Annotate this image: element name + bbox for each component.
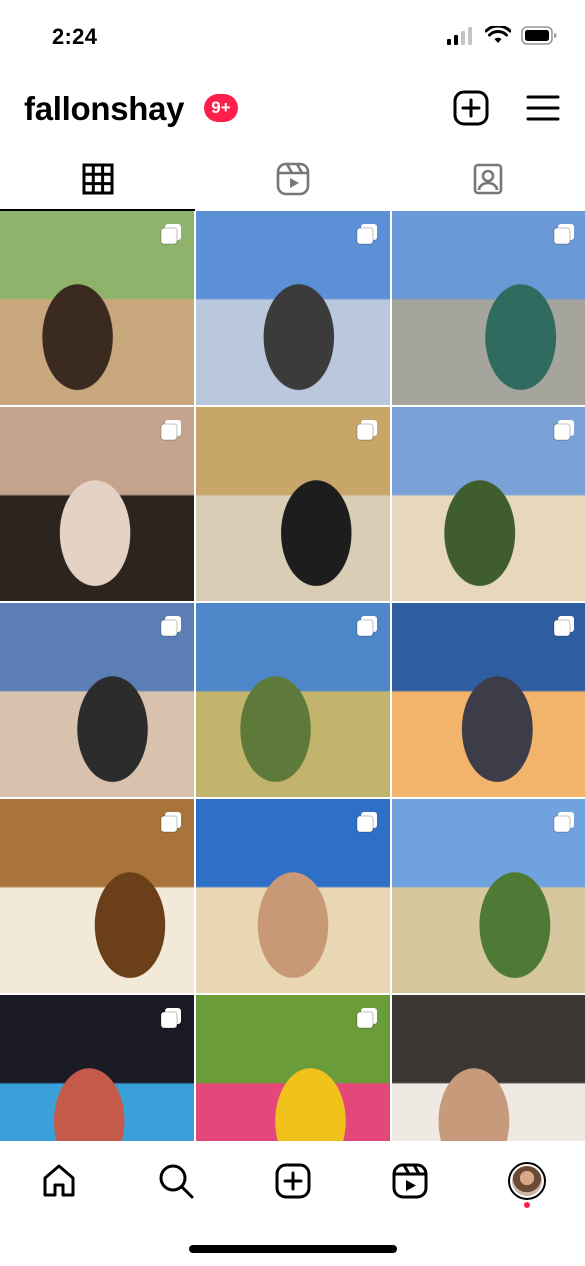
grid-post[interactable] bbox=[0, 995, 194, 1141]
home-indicator bbox=[189, 1245, 397, 1253]
nav-reels[interactable] bbox=[351, 1141, 468, 1221]
nav-search[interactable] bbox=[117, 1141, 234, 1221]
profile-header: fallonshay 9+ bbox=[0, 78, 585, 140]
grid-icon bbox=[82, 163, 113, 195]
photo-grid bbox=[0, 211, 585, 1141]
status-icons bbox=[447, 26, 557, 45]
carousel-icon bbox=[553, 419, 575, 441]
grid-post[interactable] bbox=[392, 603, 585, 797]
reels-icon bbox=[392, 1163, 427, 1199]
carousel-icon bbox=[553, 811, 575, 833]
nav-create[interactable] bbox=[234, 1141, 351, 1221]
menu-button[interactable] bbox=[523, 88, 563, 128]
username-title[interactable]: fallonshay bbox=[24, 90, 185, 128]
nav-profile[interactable] bbox=[468, 1141, 585, 1221]
cellular-signal-icon bbox=[447, 26, 472, 45]
carousel-icon bbox=[356, 811, 378, 833]
notification-badge[interactable]: 9+ bbox=[204, 94, 238, 122]
grid-post[interactable] bbox=[196, 211, 390, 405]
carousel-icon bbox=[553, 615, 575, 637]
status-bar: 2:24 bbox=[0, 0, 585, 72]
carousel-icon bbox=[160, 223, 182, 245]
grid-post[interactable] bbox=[0, 211, 194, 405]
grid-post[interactable] bbox=[0, 407, 194, 601]
tagged-icon bbox=[473, 163, 502, 195]
status-time: 2:24 bbox=[52, 24, 98, 49]
tab-posts-grid[interactable] bbox=[0, 150, 195, 211]
profile-tabs bbox=[0, 150, 585, 211]
carousel-icon bbox=[160, 811, 182, 833]
grid-post[interactable] bbox=[392, 799, 585, 993]
carousel-icon bbox=[356, 223, 378, 245]
notification-dot bbox=[523, 1202, 530, 1208]
carousel-icon bbox=[160, 419, 182, 441]
grid-post[interactable] bbox=[392, 211, 585, 405]
nav-home[interactable] bbox=[0, 1141, 117, 1221]
create-post-button[interactable] bbox=[451, 88, 491, 128]
grid-post[interactable] bbox=[196, 995, 390, 1141]
search-icon bbox=[159, 1164, 193, 1199]
carousel-icon bbox=[356, 419, 378, 441]
carousel-icon bbox=[160, 1007, 182, 1029]
grid-post[interactable] bbox=[196, 407, 390, 601]
hamburger-menu-icon bbox=[526, 95, 560, 121]
bottom-navigation bbox=[0, 1141, 585, 1221]
carousel-icon bbox=[553, 223, 575, 245]
tab-tagged[interactable] bbox=[390, 150, 585, 208]
plus-square-icon bbox=[453, 90, 489, 126]
carousel-icon bbox=[356, 1007, 378, 1029]
grid-post[interactable] bbox=[0, 799, 194, 993]
grid-post[interactable] bbox=[0, 603, 194, 797]
grid-post[interactable] bbox=[196, 603, 390, 797]
battery-icon bbox=[521, 26, 557, 45]
carousel-icon bbox=[356, 615, 378, 637]
wifi-icon bbox=[485, 26, 511, 43]
grid-post[interactable] bbox=[392, 995, 585, 1141]
tab-reels[interactable] bbox=[195, 150, 390, 208]
reels-icon bbox=[276, 162, 309, 196]
grid-post[interactable] bbox=[392, 407, 585, 601]
plus-square-icon bbox=[275, 1163, 310, 1199]
grid-post[interactable] bbox=[196, 799, 390, 993]
avatar bbox=[507, 1162, 546, 1200]
home-icon bbox=[43, 1164, 74, 1197]
carousel-icon bbox=[160, 615, 182, 637]
